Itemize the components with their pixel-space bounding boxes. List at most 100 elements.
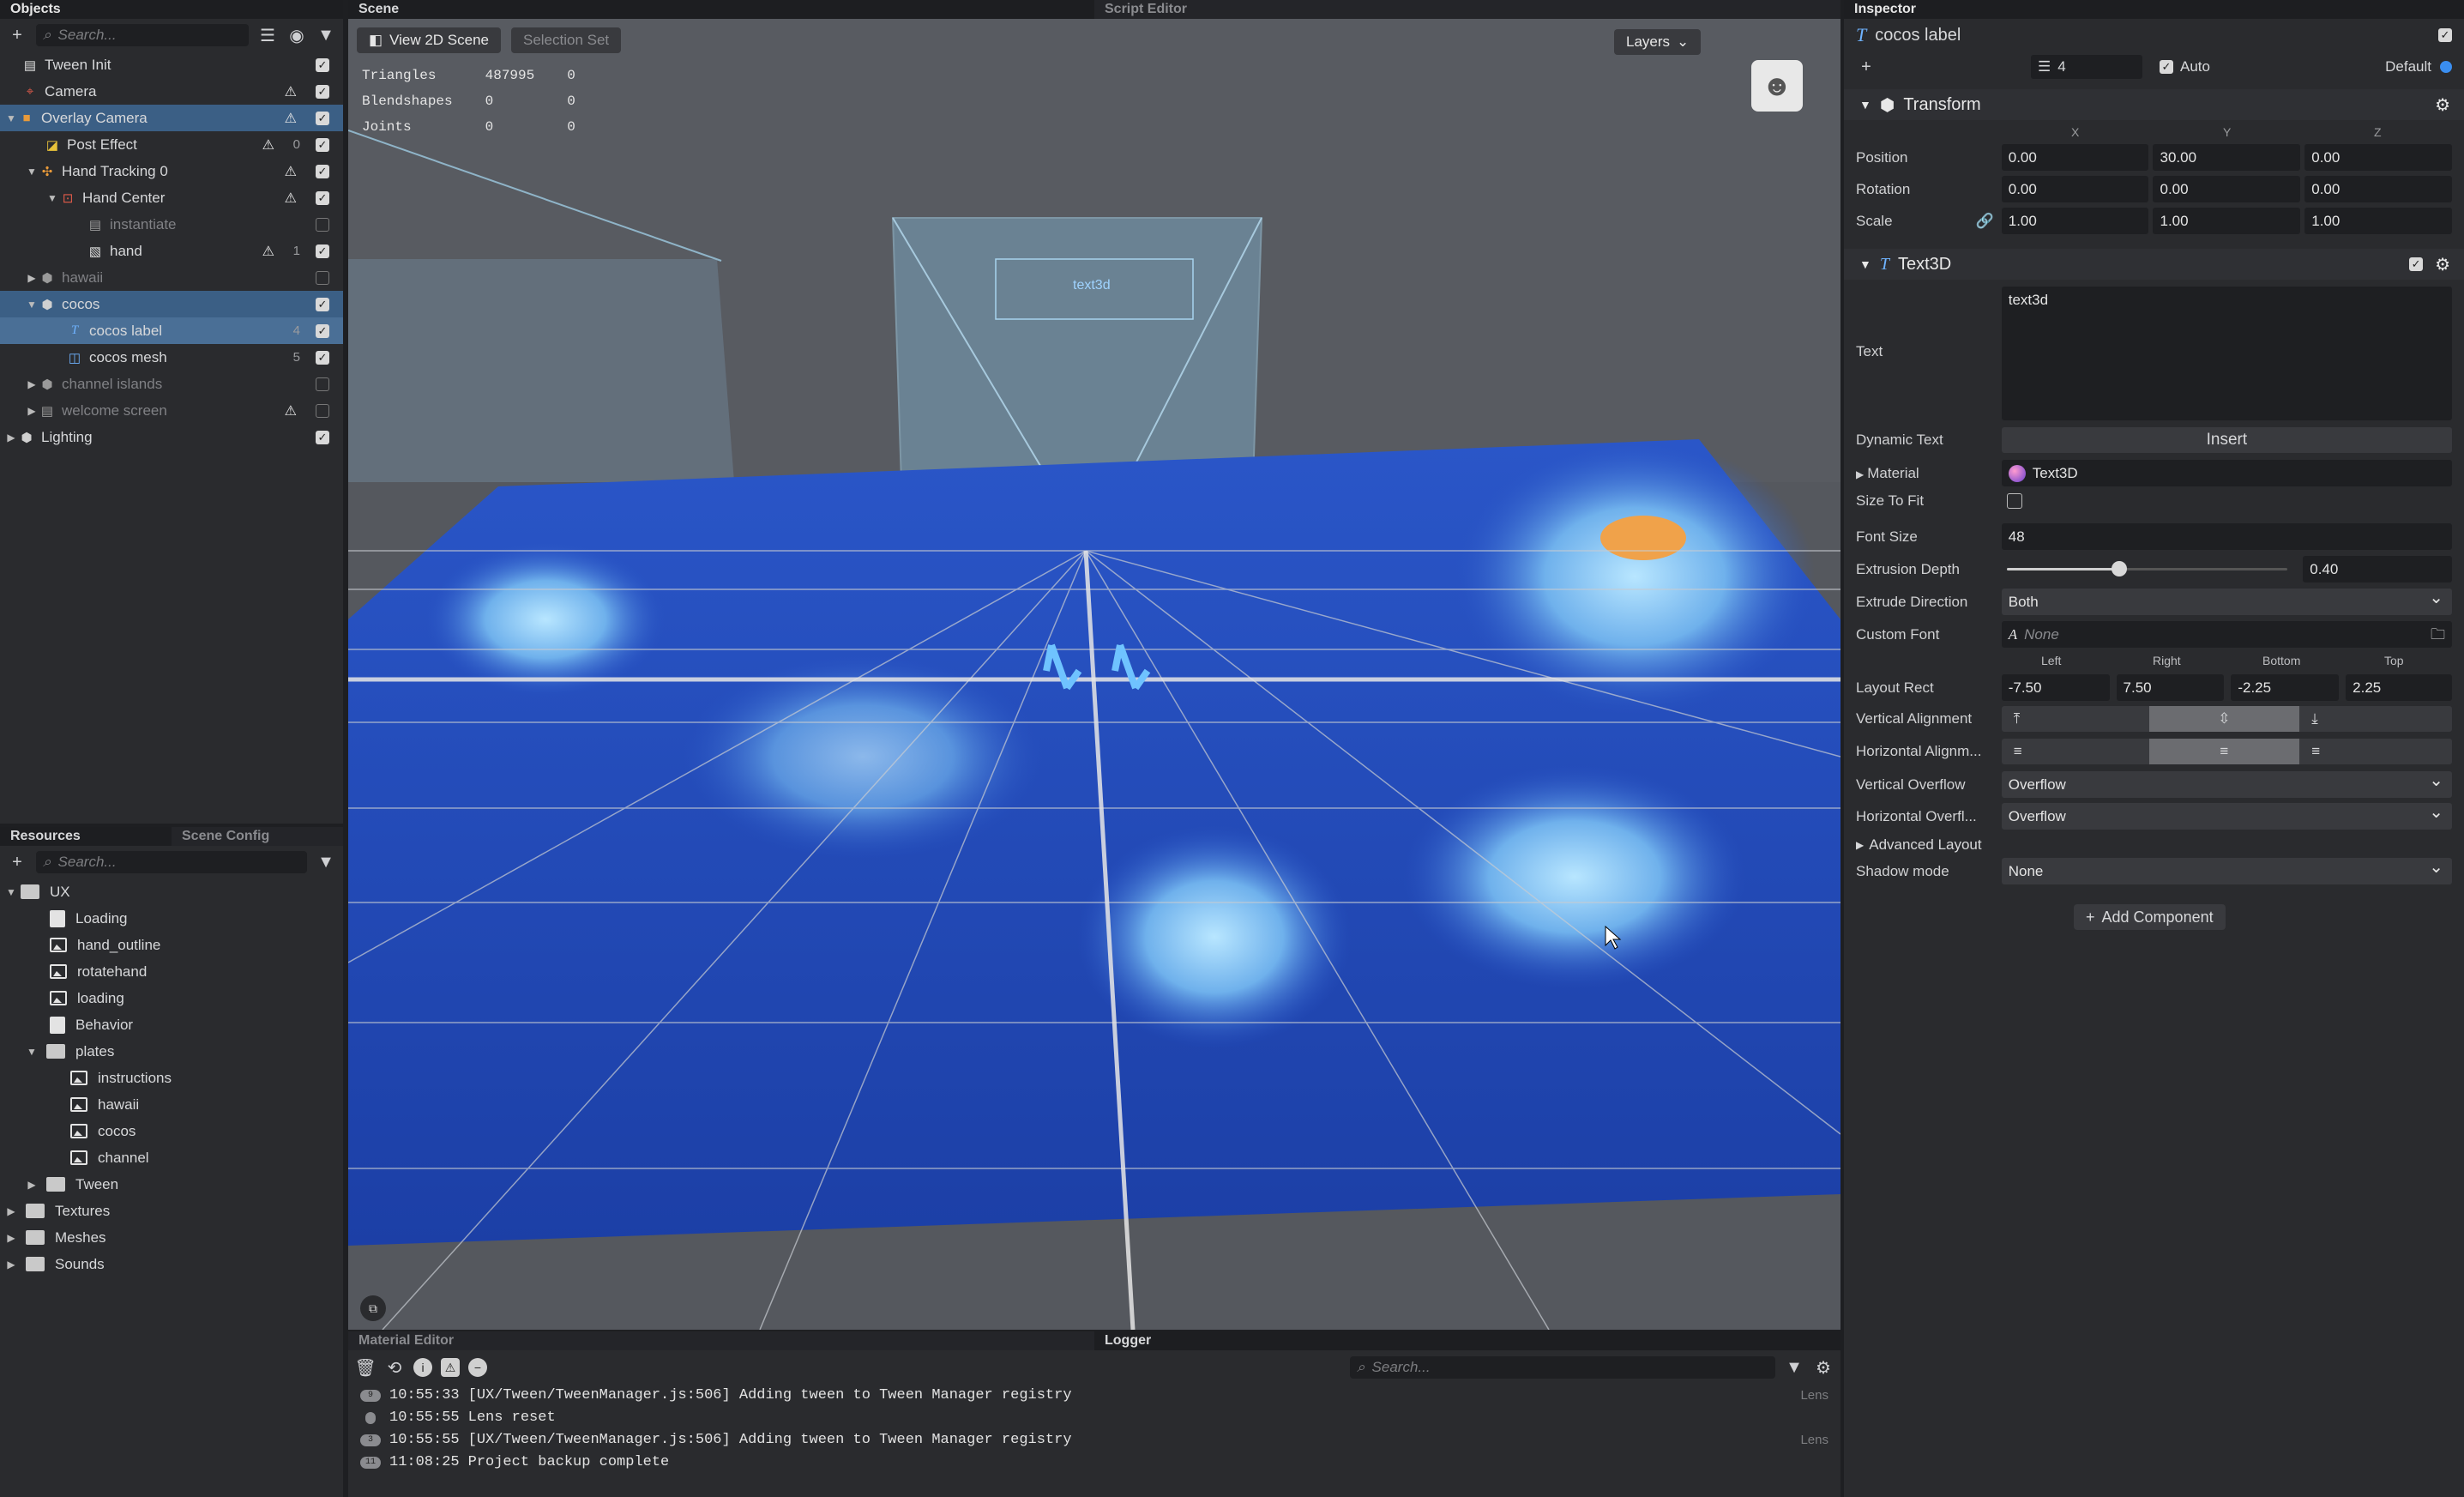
text3d-preview[interactable]: text3d [1073, 278, 1111, 293]
gear-icon[interactable]: ⚙ [2435, 94, 2450, 116]
filter-icon[interactable]: ▼ [316, 25, 336, 45]
tree-item-channel-islands[interactable]: ▶ ⬢ channel islands [0, 371, 343, 397]
chevron-down-icon[interactable]: ▼ [26, 299, 38, 311]
rect-bottom-field[interactable]: -2.25 [2231, 674, 2340, 701]
chevron-right-icon[interactable]: ▶ [5, 1232, 17, 1244]
position-x-field[interactable]: 0.00 [2001, 144, 2149, 171]
rect-top-field[interactable]: 2.25 [2346, 674, 2452, 701]
rotation-y-field[interactable]: 0.00 [2153, 176, 2301, 202]
rect-left-field[interactable]: -7.50 [2001, 674, 2110, 701]
scale-z-field[interactable]: 1.00 [2304, 208, 2452, 234]
resource-item[interactable]: loading [0, 985, 343, 1011]
voverflow-dropdown[interactable]: Overflow [2001, 768, 2452, 798]
tab-scene[interactable]: Scene [348, 0, 1094, 19]
layers-dropdown[interactable]: Layers ⌄ [1614, 29, 1702, 55]
screen-fit-icon[interactable]: ⧉ [360, 1295, 386, 1321]
custom-font-field[interactable]: A None 🗀 [2001, 621, 2452, 648]
valign-center-button[interactable]: ⇳ [2148, 706, 2300, 732]
enabled-checkbox[interactable]: ✓ [316, 350, 329, 365]
material-label-wrap[interactable]: ▶ Material [1856, 465, 2002, 482]
enabled-checkbox[interactable]: ✓ [316, 57, 329, 72]
folder-icon[interactable]: 🗀 [2431, 621, 2445, 648]
selection-set-button[interactable]: Selection Set [510, 27, 622, 53]
chevron-right-icon[interactable]: ▶ [5, 1205, 17, 1217]
warning-filter-icon[interactable]: ⚠ [441, 1358, 460, 1377]
chevron-down-icon[interactable]: ▼ [5, 886, 17, 898]
valign-bottom-button[interactable]: ⤓ [2299, 706, 2452, 732]
material-field[interactable]: Text3D [2001, 460, 2452, 486]
tree-item-hawaii[interactable]: ▶ ⬢ hawaii [0, 264, 343, 291]
tree-item-hand[interactable]: ▧ hand ⚠ 1 ✓ [0, 238, 343, 264]
chevron-down-icon[interactable]: ▼ [26, 166, 38, 178]
font-size-field[interactable]: 48 [2001, 523, 2452, 550]
position-z-field[interactable]: 0.00 [2304, 144, 2452, 171]
resource-folder-tween[interactable]: ▶ Tween [0, 1171, 343, 1198]
log-line[interactable]: 3 10:55:55 [UX/Tween/TweenManager.js:506] … [348, 1429, 1840, 1452]
objects-search-input[interactable]: ⌕ Search... [36, 24, 249, 46]
resource-folder-textures[interactable]: ▶ Textures [0, 1198, 343, 1224]
tree-item-overlay-camera[interactable]: ▼ ■ Overlay Camera ⚠ ✓ [0, 105, 343, 131]
log-line[interactable]: 9 10:55:33 [UX/Tween/TweenManager.js:506] … [348, 1385, 1840, 1407]
chevron-right-icon[interactable]: ▶ [26, 378, 38, 390]
enabled-checkbox[interactable]: ✓ [316, 244, 329, 258]
tree-item-welcome-screen[interactable]: ▶ ▤ welcome screen ⚠ [0, 397, 343, 424]
chevron-right-icon[interactable]: ▶ [5, 1259, 17, 1271]
tree-item-cocos[interactable]: ▼ ⬢ cocos ✓ [0, 291, 343, 317]
add-icon[interactable]: + [1856, 57, 1877, 77]
view-2d-scene-button[interactable]: ◧ View 2D Scene [357, 27, 501, 53]
filter-icon[interactable]: ▼ [1784, 1357, 1804, 1378]
gear-icon[interactable]: ⚙ [1813, 1357, 1834, 1378]
resource-item[interactable]: channel [0, 1144, 343, 1171]
enabled-checkbox[interactable]: ✓ [316, 323, 329, 338]
rotation-z-field[interactable]: 0.00 [2304, 176, 2452, 202]
advanced-layout-row[interactable]: ▶ Advanced Layout [1856, 834, 2452, 856]
rect-right-field[interactable]: 7.50 [2116, 674, 2225, 701]
hierarchy-icon[interactable]: ☰ [257, 25, 278, 45]
rotation-x-field[interactable]: 0.00 [2001, 176, 2149, 202]
enabled-checkbox[interactable]: ✓ [316, 137, 329, 152]
chevron-down-icon[interactable]: ▼ [5, 112, 17, 124]
tab-logger[interactable]: Logger [1094, 1331, 1840, 1350]
valign-top-button[interactable]: ⤒ [2001, 706, 2149, 732]
info-filter-icon[interactable]: i [413, 1358, 432, 1377]
snapchat-ghost-icon[interactable]: ☻ [1751, 60, 1803, 112]
chevron-right-icon[interactable]: ▶ [26, 1179, 38, 1191]
chevron-right-icon[interactable]: ▶ [26, 405, 38, 417]
resource-item[interactable]: rotatehand [0, 958, 343, 985]
tab-material-editor[interactable]: Material Editor [348, 1331, 1094, 1350]
chevron-right-icon[interactable]: ▶ [26, 272, 38, 284]
enabled-checkbox[interactable]: ✓ [2409, 257, 2424, 271]
resource-folder-sounds[interactable]: ▶ Sounds [0, 1251, 343, 1277]
link-icon[interactable]: 🔗 [1976, 213, 2002, 230]
transform-header[interactable]: ▼ ⬢ Transform ⚙ [1844, 89, 2464, 120]
add-icon[interactable]: + [7, 25, 27, 45]
tree-item-post-effect[interactable]: ◪ Post Effect ⚠ 0 ✓ [0, 131, 343, 158]
extrude-direction-dropdown[interactable]: Both [2001, 585, 2452, 615]
hoverflow-dropdown[interactable]: Overflow [2001, 800, 2452, 830]
halign-left-button[interactable]: ≡ [2001, 739, 2149, 764]
enabled-checkbox[interactable]: ✓ [316, 190, 329, 205]
enabled-checkbox[interactable]: ✓ [316, 164, 329, 178]
size-to-fit-checkbox[interactable] [2007, 493, 2022, 509]
enabled-checkbox[interactable]: ✓ [2438, 28, 2452, 42]
position-y-field[interactable]: 30.00 [2153, 144, 2301, 171]
tree-item-tween-init[interactable]: ▤ Tween Init ✓ [0, 51, 343, 78]
halign-right-button[interactable]: ≡ [2299, 739, 2452, 764]
chevron-right-icon[interactable]: ▶ [5, 432, 17, 444]
trash-icon[interactable]: 🗑 [354, 1357, 376, 1378]
resource-item[interactable]: hawaii [0, 1091, 343, 1118]
chevron-down-icon[interactable]: ▼ [26, 1046, 38, 1058]
scene-viewport[interactable]: ◧ View 2D Scene Selection Set Layers ⌄ ☻… [348, 19, 1840, 1330]
enabled-checkbox[interactable]: ✓ [316, 111, 329, 125]
halign-center-button[interactable]: ≡ [2148, 739, 2300, 764]
error-filter-icon[interactable]: − [468, 1358, 487, 1377]
tree-item-camera[interactable]: ⌖ Camera ⚠ ✓ [0, 78, 343, 105]
log-line[interactable]: 11 11:08:25 Project backup complete [348, 1452, 1840, 1474]
enabled-checkbox[interactable]: ✓ [316, 84, 329, 99]
enabled-checkbox[interactable] [316, 403, 329, 418]
tree-item-cocos-label[interactable]: T cocos label 4 ✓ [0, 317, 343, 344]
insert-button[interactable]: Insert [2001, 427, 2452, 453]
shadow-dropdown[interactable]: None [2001, 854, 2452, 884]
chevron-down-icon[interactable]: ▼ [46, 192, 58, 204]
clear-filter-icon[interactable]: ⟲ [384, 1357, 405, 1378]
